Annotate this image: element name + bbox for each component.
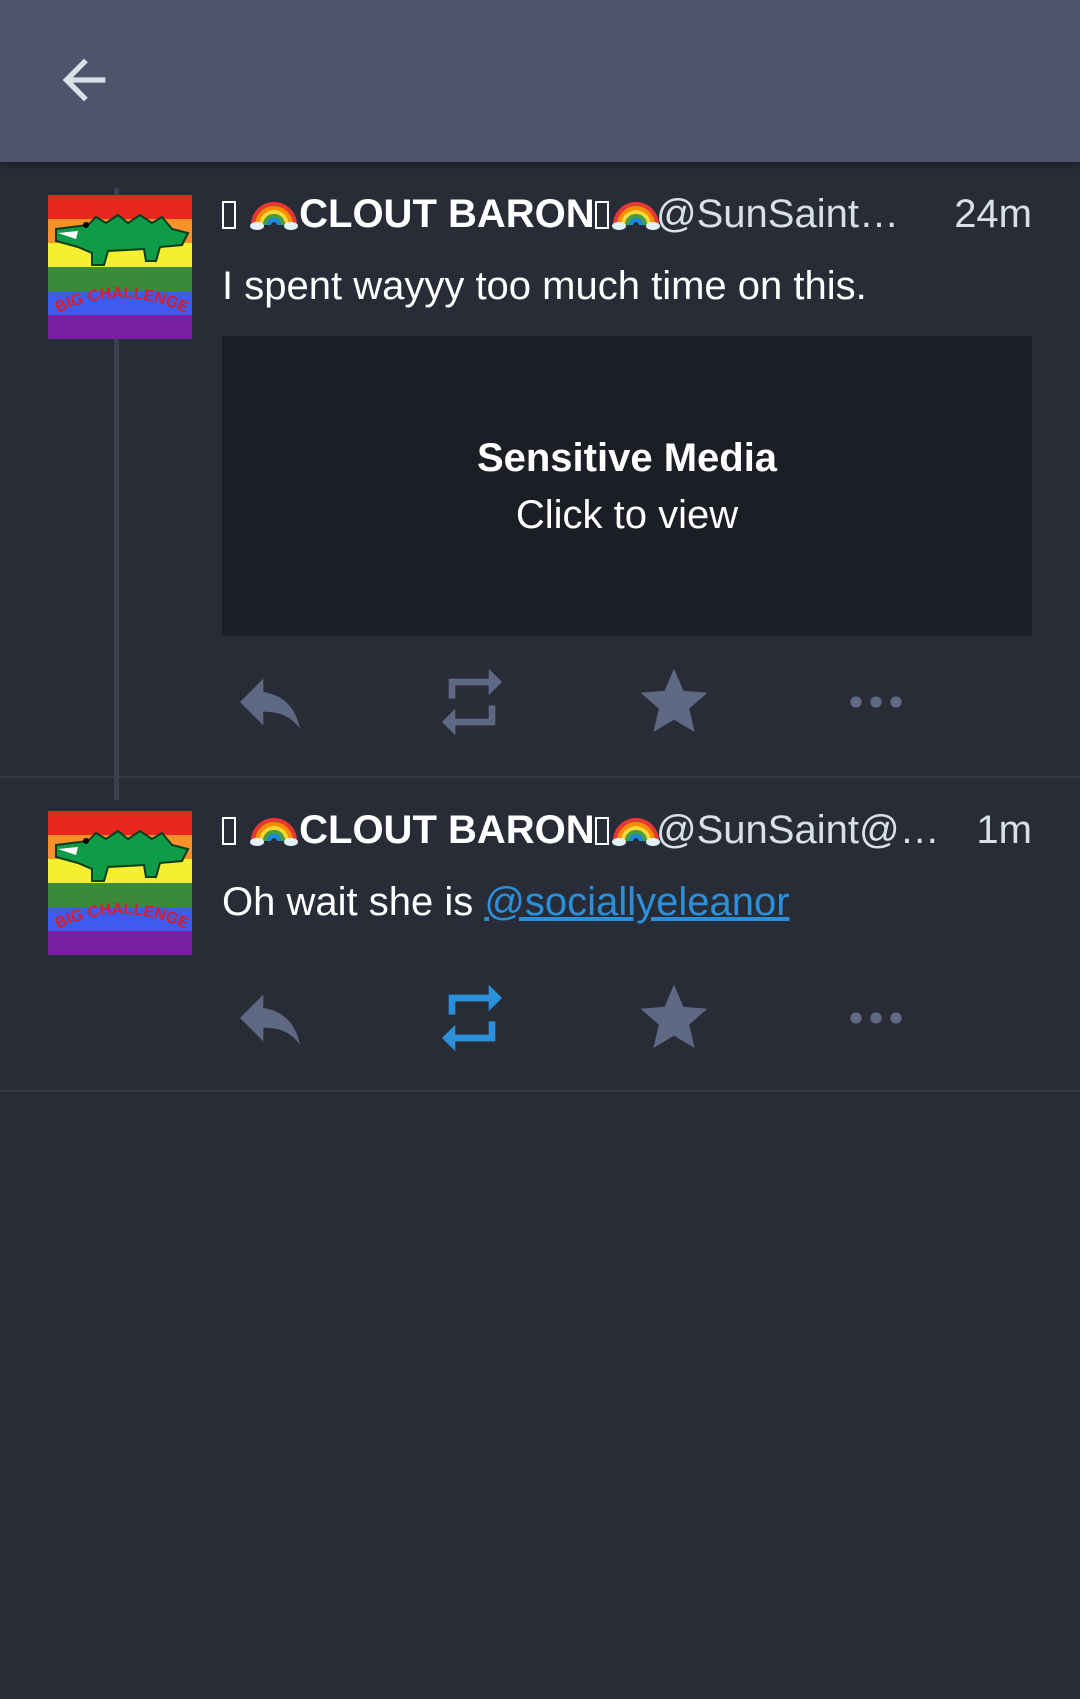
favourite-button[interactable] xyxy=(634,978,714,1058)
status-content: Oh wait she is @sociallyeleanor xyxy=(222,874,1032,930)
timestamp[interactable]: 1m xyxy=(976,802,1032,858)
reply-icon xyxy=(240,678,300,729)
status-header: CLOUT BARON @SunSaint@wi… 1m xyxy=(222,802,1032,858)
avatar[interactable]: BIG CHALLENGE! xyxy=(48,195,192,339)
display-name[interactable]: CLOUT BARON xyxy=(222,802,661,858)
star-icon xyxy=(640,668,708,732)
repeat-icon xyxy=(442,984,502,1052)
more-horizontal-icon xyxy=(850,1012,902,1024)
rainbow-emoji-icon xyxy=(611,818,660,846)
back-button[interactable] xyxy=(52,48,116,112)
favourite-button[interactable] xyxy=(634,662,714,742)
rainbow-emoji-icon xyxy=(250,818,299,846)
rainbow-emoji-icon xyxy=(611,202,660,230)
mention-link[interactable]: @sociallyeleanor xyxy=(484,880,789,924)
reply-button[interactable] xyxy=(230,662,310,742)
status-header: CLOUT BARON @SunSaint@… 24m xyxy=(222,186,1032,242)
display-name[interactable]: CLOUT BARON xyxy=(222,186,661,242)
media-subtitle: Click to view xyxy=(515,493,739,537)
account-handle[interactable]: @SunSaint@wi… xyxy=(656,802,966,858)
status-item[interactable]: BIG CHALLENGE! CLOUT BARON xyxy=(0,778,1080,1092)
more-button[interactable] xyxy=(836,662,916,742)
rainbow-emoji-icon xyxy=(250,202,299,230)
more-button[interactable] xyxy=(836,978,916,1058)
media-title: Sensitive Media xyxy=(476,436,778,480)
missing-glyph-icon xyxy=(222,201,236,229)
status-content: I spent wayyy too much time on this. xyxy=(222,264,867,308)
boost-button[interactable] xyxy=(432,662,512,742)
missing-glyph-icon xyxy=(594,817,609,845)
arrow-left-icon xyxy=(62,58,106,102)
top-app-bar xyxy=(0,0,1080,162)
boost-button-active[interactable] xyxy=(432,978,512,1058)
missing-glyph-icon xyxy=(594,201,609,229)
reply-button[interactable] xyxy=(230,978,310,1058)
repeat-icon xyxy=(442,668,502,736)
avatar[interactable]: BIG CHALLENGE! xyxy=(48,811,192,955)
missing-glyph-icon xyxy=(222,817,236,845)
reply-icon xyxy=(240,994,300,1045)
status-item[interactable]: BIG CHALLENGE! CLOUT BARON xyxy=(0,162,1080,778)
sensitive-media-spoiler[interactable]: Sensitive Media Click to view xyxy=(222,336,1032,636)
more-horizontal-icon xyxy=(850,696,902,708)
content-text: Oh wait she is xyxy=(222,880,485,924)
star-icon xyxy=(640,984,708,1048)
timestamp[interactable]: 24m xyxy=(954,186,1032,242)
account-handle[interactable]: @SunSaint@… xyxy=(656,186,926,242)
